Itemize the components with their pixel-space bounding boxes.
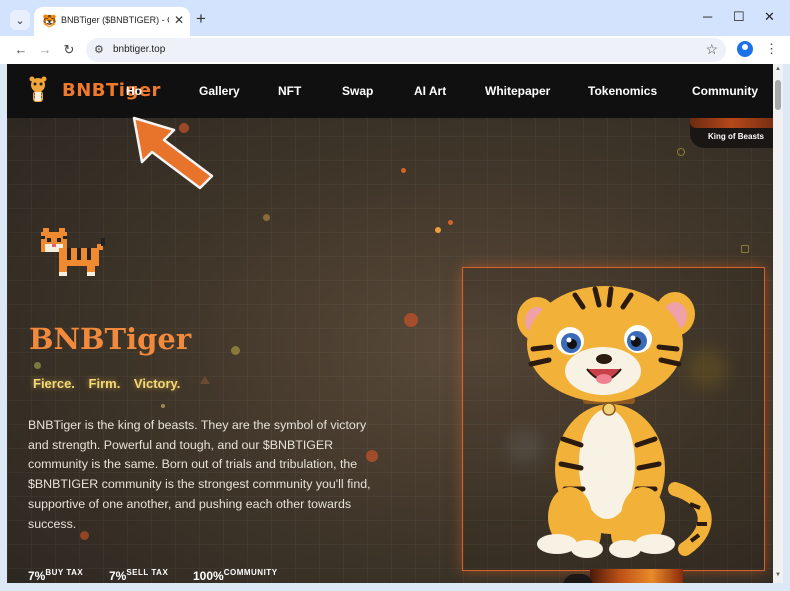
nav-tokenomics[interactable]: Tokenomics — [588, 84, 657, 98]
close-window-button[interactable]: ✕ — [764, 9, 775, 25]
stat-value: 100% — [193, 569, 224, 583]
reload-icon[interactable]: ↻ — [60, 41, 78, 59]
logo-text[interactable]: BNBTiger — [62, 80, 161, 101]
fire-image-strip — [590, 569, 683, 583]
profile-icon[interactable] — [737, 41, 753, 57]
king-badge[interactable]: King of Beasts — [690, 118, 773, 148]
particle — [741, 245, 749, 253]
stat-community: 100%COMMUNITY — [193, 567, 278, 583]
scrollbar-thumb[interactable] — [775, 80, 781, 110]
stat-sell-tax: 7%SELL TAX — [109, 567, 168, 583]
menu-icon[interactable]: ⋮ — [765, 41, 778, 57]
particle — [677, 148, 685, 156]
tab-strip: ⌄ 🐯 BNBTiger ($BNBTIGER) - Comm ✕ + ─ ☐ … — [0, 0, 790, 36]
nav-ai-art[interactable]: AI Art — [414, 84, 446, 98]
browser-window: ⌄ 🐯 BNBTiger ($BNBTIGER) - Comm ✕ + ─ ☐ … — [0, 0, 790, 591]
particle — [34, 362, 41, 369]
hero-description: BNBTiger is the king of beasts. They are… — [28, 418, 371, 531]
site-info-icon[interactable]: ⚙ — [94, 43, 104, 56]
address-bar[interactable]: ⚙ bnbtiger.top ☆ — [86, 38, 726, 62]
tab-close-icon[interactable]: ✕ — [174, 13, 184, 27]
nav-whitepaper[interactable]: Whitepaper — [485, 84, 550, 98]
nav-swap[interactable]: Swap — [342, 84, 373, 98]
particle — [231, 346, 240, 355]
browser-toolbar: ← → ↻ ⚙ bnbtiger.top ☆ ⋮ — [0, 36, 790, 64]
tab-search-icon[interactable]: ⌄ — [10, 10, 30, 30]
particle — [263, 214, 270, 221]
particle-triangle — [200, 376, 210, 384]
pixel-tiger-icon — [41, 228, 105, 276]
favicon-tiger-icon: 🐯 — [42, 14, 57, 28]
stat-buy-tax: 7%BUY TAX — [28, 567, 83, 583]
stat-label: SELL TAX — [126, 568, 169, 577]
annotation-arrow-icon — [132, 116, 214, 190]
stat-value: 7% — [28, 569, 46, 583]
stat-label: COMMUNITY — [223, 568, 278, 577]
hero-title: BNBTiger — [29, 322, 192, 356]
particle — [404, 313, 418, 327]
scroll-down-icon[interactable]: ▼ — [775, 572, 781, 578]
new-tab-button[interactable]: + — [196, 9, 206, 29]
forward-icon[interactable]: → — [36, 41, 54, 59]
nav-home[interactable]: Ho — [126, 84, 142, 98]
stat-label: BUY TAX — [45, 568, 84, 577]
stat-value: 7% — [109, 569, 127, 583]
page-viewport: BNBTiger Ho Gallery NFT Swap AI Art Whit… — [7, 64, 783, 583]
particle — [435, 227, 441, 233]
browser-tab[interactable]: 🐯 BNBTiger ($BNBTIGER) - Comm ✕ — [34, 7, 190, 36]
tiger-mascot-image — [517, 286, 712, 558]
king-badge-image — [690, 118, 773, 128]
back-icon[interactable]: ← — [12, 41, 30, 59]
nav-community[interactable]: Community — [692, 84, 758, 98]
url-text[interactable]: bnbtiger.top — [113, 44, 165, 55]
tab-title: BNBTiger ($BNBTIGER) - Comm — [61, 15, 169, 25]
logo-tiger-icon — [29, 76, 47, 102]
particle — [401, 168, 406, 173]
scroll-up-icon[interactable]: ▲ — [775, 66, 781, 72]
bookmark-star-icon[interactable]: ☆ — [705, 41, 718, 58]
page-scrollbar[interactable]: ▲ ▼ — [773, 64, 783, 583]
king-badge-label: King of Beasts — [708, 132, 765, 141]
hero-slogan: Fierce. Firm. Victory. — [33, 376, 181, 391]
nav-gallery[interactable]: Gallery — [199, 84, 240, 98]
nav-nft[interactable]: NFT — [278, 84, 301, 98]
maximize-button[interactable]: ☐ — [733, 9, 745, 25]
minimize-button[interactable]: ─ — [703, 9, 712, 24]
site-navbar: BNBTiger Ho Gallery NFT Swap AI Art Whit… — [7, 64, 773, 118]
particle — [448, 220, 453, 225]
particle — [161, 404, 165, 408]
